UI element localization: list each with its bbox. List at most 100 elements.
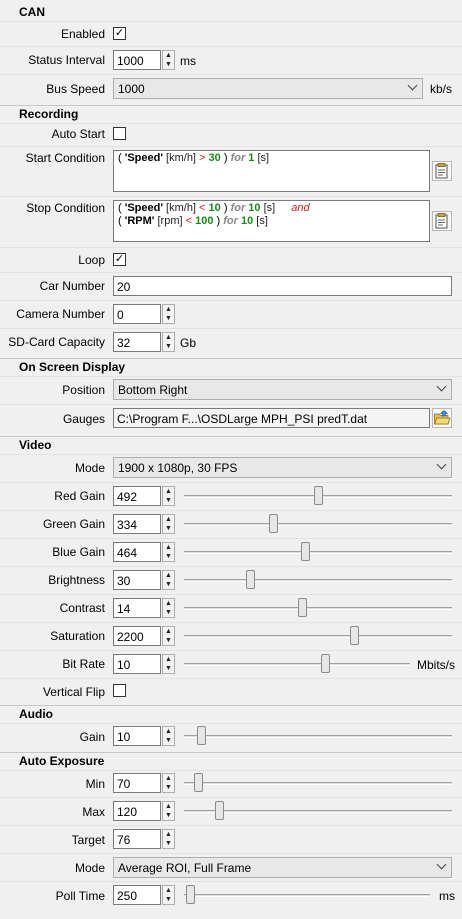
spin-up-icon[interactable]: ▲ (163, 515, 174, 524)
saturation-spinner[interactable]: 2200 ▲ ▼ (113, 626, 175, 646)
spinner-buttons[interactable]: ▲ ▼ (162, 332, 175, 352)
spinner-buttons[interactable]: ▲ ▼ (162, 598, 175, 618)
bus-speed-select[interactable]: 1000 (113, 78, 423, 99)
spin-down-icon[interactable]: ▼ (163, 60, 174, 69)
car-number-input[interactable]: 20 (113, 276, 452, 296)
gauges-path-field[interactable]: C:\Program F...\OSDLarge MPH_PSI predT.d… (113, 408, 430, 428)
spin-up-icon[interactable]: ▲ (163, 333, 174, 342)
spin-up-icon[interactable]: ▲ (163, 599, 174, 608)
browse-gauges-button[interactable] (432, 408, 452, 428)
spin-down-icon[interactable]: ▼ (163, 839, 174, 848)
green-gain-spinner[interactable]: 334 ▲ ▼ (113, 514, 175, 534)
spin-up-icon[interactable]: ▲ (163, 830, 174, 839)
osd-position-select[interactable]: Bottom Right (113, 379, 452, 400)
spin-down-icon[interactable]: ▼ (163, 496, 174, 505)
blue-gain-slider-track[interactable] (184, 551, 452, 554)
spin-down-icon[interactable]: ▼ (163, 664, 174, 673)
brightness-slider-thumb[interactable] (246, 570, 256, 589)
sd-capacity-spinner[interactable]: 32 ▲ ▼ (113, 332, 175, 352)
blue-gain-slider-thumb[interactable] (300, 542, 310, 561)
enabled-checkbox[interactable]: ✓ (113, 27, 126, 40)
green-gain-slider-track[interactable] (184, 523, 452, 526)
brightness-value: 30 (117, 574, 131, 588)
vertical-flip-checkbox[interactable] (113, 684, 126, 697)
spin-up-icon[interactable]: ▲ (163, 305, 174, 314)
spin-down-icon[interactable]: ▼ (163, 783, 174, 792)
contrast-spinner[interactable]: 14 ▲ ▼ (113, 598, 175, 618)
spin-up-icon[interactable]: ▲ (163, 774, 174, 783)
spin-up-icon[interactable]: ▲ (163, 802, 174, 811)
audio-gain-slider-track[interactable] (184, 735, 452, 738)
spinner-buttons[interactable]: ▲ ▼ (162, 885, 175, 905)
bit-rate-slider-thumb[interactable] (320, 654, 330, 673)
spin-up-icon[interactable]: ▲ (163, 543, 174, 552)
blue-gain-spinner[interactable]: 464 ▲ ▼ (113, 542, 175, 562)
poll-time-slider-thumb[interactable] (186, 885, 196, 904)
brightness-slider-track[interactable] (184, 579, 452, 582)
status-interval-spinner[interactable]: 1000 ▲ ▼ (113, 50, 175, 70)
spin-down-icon[interactable]: ▼ (163, 736, 174, 745)
bit-rate-spinner[interactable]: 10 ▲ ▼ (113, 654, 175, 674)
contrast-label: Contrast (59, 601, 105, 615)
video-mode-select[interactable]: 1900 x 1080p, 30 FPS (113, 457, 452, 478)
spin-down-icon[interactable]: ▼ (163, 636, 174, 645)
spin-up-icon[interactable]: ▲ (163, 886, 174, 895)
saturation-slider-thumb[interactable] (349, 626, 359, 645)
red-gain-slider-thumb[interactable] (313, 486, 323, 505)
spin-down-icon[interactable]: ▼ (163, 608, 174, 617)
audio-gain-spinner[interactable]: 10 ▲ ▼ (113, 726, 175, 746)
spinner-buttons[interactable]: ▲ ▼ (162, 50, 175, 70)
spinner-buttons[interactable]: ▲ ▼ (162, 304, 175, 324)
ae-max-slider-thumb[interactable] (215, 801, 225, 820)
ae-min-spinner[interactable]: 70 ▲ ▼ (113, 773, 175, 793)
spin-down-icon[interactable]: ▼ (163, 524, 174, 533)
condition-line: ( 'Speed' [km/h] > 30 ) for 1 [s] (118, 152, 270, 164)
contrast-slider-thumb[interactable] (297, 598, 307, 617)
spin-up-icon[interactable]: ▲ (163, 51, 174, 60)
saturation-slider-track[interactable] (184, 635, 452, 638)
spinner-buttons[interactable]: ▲ ▼ (162, 514, 175, 534)
spinner-buttons[interactable]: ▲ ▼ (162, 654, 175, 674)
ae-mode-select[interactable]: Average ROI, Full Frame (113, 857, 452, 878)
ae-max-spinner[interactable]: 120 ▲ ▼ (113, 801, 175, 821)
spinner-buttons[interactable]: ▲ ▼ (162, 829, 175, 849)
poll-time-spinner[interactable]: 250 ▲ ▼ (113, 885, 175, 905)
spinner-buttons[interactable]: ▲ ▼ (162, 542, 175, 562)
spinner-buttons[interactable]: ▲ ▼ (162, 626, 175, 646)
spin-down-icon[interactable]: ▼ (163, 895, 174, 904)
spin-up-icon[interactable]: ▲ (163, 487, 174, 496)
edit-start-condition-button[interactable] (432, 161, 452, 181)
spin-down-icon[interactable]: ▼ (163, 314, 174, 323)
spin-up-icon[interactable]: ▲ (163, 655, 174, 664)
spin-up-icon[interactable]: ▲ (163, 571, 174, 580)
ae-max-slider-track[interactable] (184, 810, 452, 813)
spinner-buttons[interactable]: ▲ ▼ (162, 801, 175, 821)
stop-condition-field[interactable]: ( 'Speed' [km/h] < 10 ) for 10 [s] and ( … (113, 200, 430, 242)
start-condition-field[interactable]: ( 'Speed' [km/h] > 30 ) for 1 [s] (113, 150, 430, 192)
poll-time-slider-track[interactable] (184, 894, 430, 897)
auto-start-checkbox[interactable] (113, 127, 126, 140)
section-title: Audio (19, 707, 53, 721)
ae-min-slider-track[interactable] (184, 782, 452, 785)
loop-checkbox[interactable]: ✓ (113, 253, 126, 266)
spin-down-icon[interactable]: ▼ (163, 811, 174, 820)
camera-number-spinner[interactable]: 0 ▲ ▼ (113, 304, 175, 324)
spin-up-icon[interactable]: ▲ (163, 727, 174, 736)
green-gain-slider-thumb[interactable] (269, 514, 279, 533)
edit-stop-condition-button[interactable] (432, 211, 452, 231)
audio-gain-slider-thumb[interactable] (196, 726, 206, 745)
spinner-buttons[interactable]: ▲ ▼ (162, 570, 175, 590)
spin-down-icon[interactable]: ▼ (163, 552, 174, 561)
ae-min-slider-thumb[interactable] (194, 773, 204, 792)
ae-target-spinner[interactable]: 76 ▲ ▼ (113, 829, 175, 849)
spin-down-icon[interactable]: ▼ (163, 342, 174, 351)
spinner-buttons[interactable]: ▲ ▼ (162, 486, 175, 506)
spinner-buttons[interactable]: ▲ ▼ (162, 726, 175, 746)
spin-down-icon[interactable]: ▼ (163, 580, 174, 589)
spin-up-icon[interactable]: ▲ (163, 627, 174, 636)
spinner-buttons[interactable]: ▲ ▼ (162, 773, 175, 793)
bit-rate-slider-track[interactable] (184, 663, 410, 666)
brightness-spinner[interactable]: 30 ▲ ▼ (113, 570, 175, 590)
contrast-slider-track[interactable] (184, 607, 452, 610)
red-gain-spinner[interactable]: 492 ▲ ▼ (113, 486, 175, 506)
